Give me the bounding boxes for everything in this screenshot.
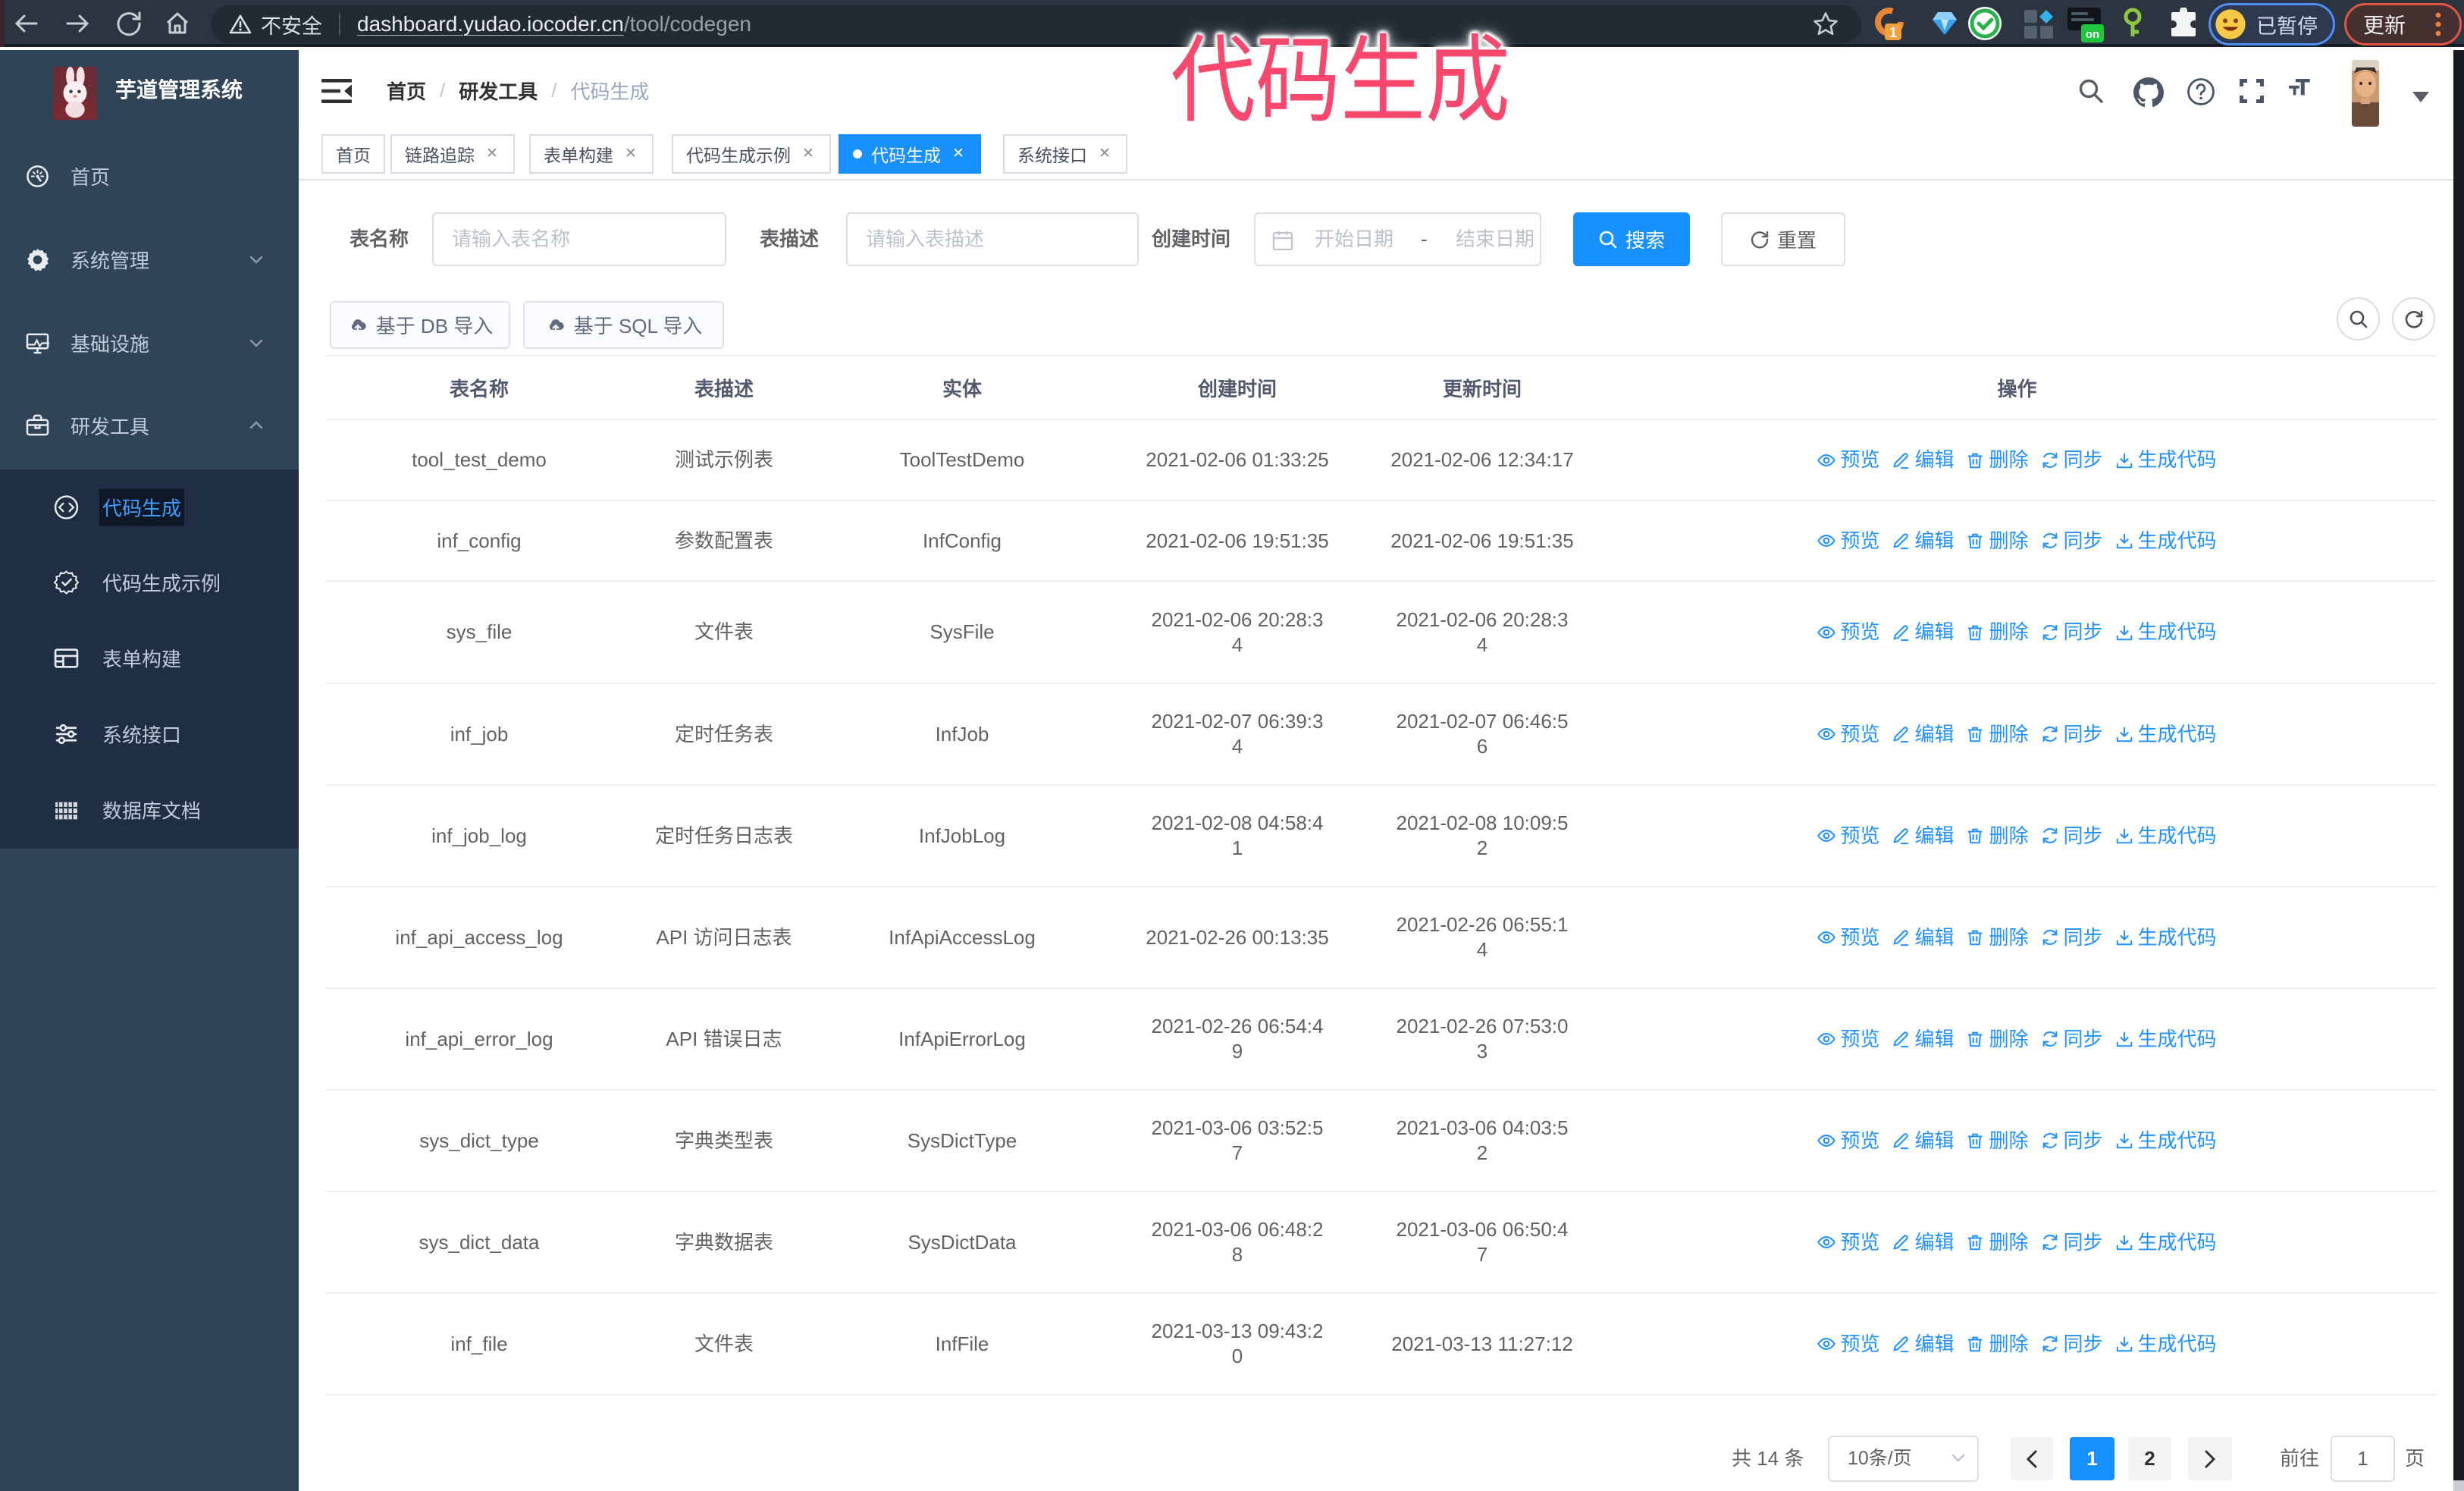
svg-text:1: 1 — [1889, 25, 1897, 40]
svg-text:on: on — [2086, 28, 2099, 41]
